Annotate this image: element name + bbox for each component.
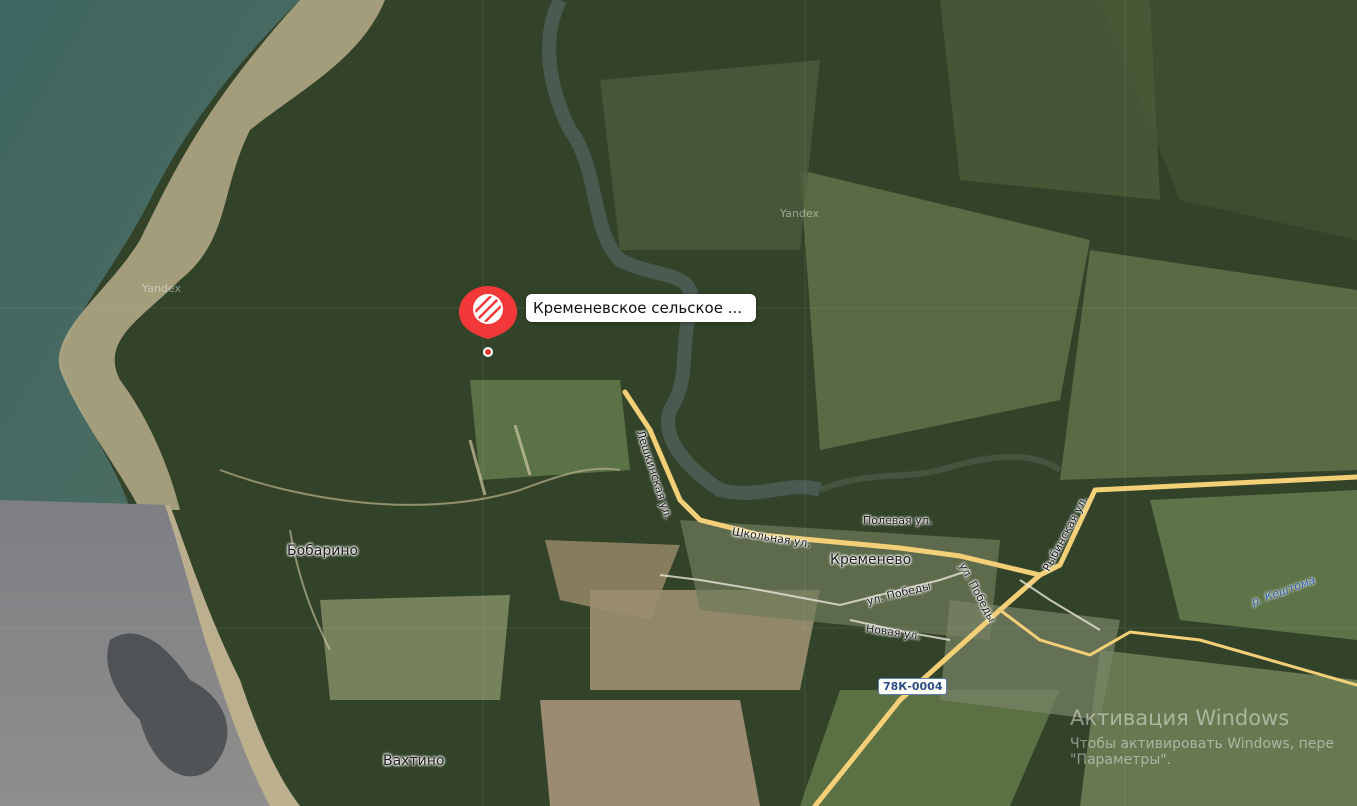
yandex-watermark: Yandex [780, 207, 819, 220]
road-number-badge: 78К-0004 [878, 678, 948, 695]
activation-line2: "Параметры". [1070, 752, 1172, 768]
yandex-watermark: Yandex [142, 282, 181, 295]
windows-activation-overlay: Активация Windows Чтобы активировать Win… [1070, 706, 1334, 768]
poi-callout[interactable]: Кременевское сельское ... [526, 294, 756, 322]
place-label-bobarino[interactable]: Бобарино [287, 543, 358, 559]
map-canvas[interactable]: Yandex Yandex Бобарино Кременево Вахтино… [0, 0, 1357, 806]
activation-title: Активация Windows [1070, 706, 1290, 730]
place-label-vakhtino[interactable]: Вахтино [383, 753, 444, 769]
activation-line1: Чтобы активировать Windows, пере [1070, 736, 1334, 752]
street-label-polevaya: Полевая ул. [863, 514, 933, 527]
place-label-kremenevo[interactable]: Кременево [830, 552, 911, 568]
poi-pin[interactable] [459, 284, 519, 364]
satellite-imagery[interactable] [0, 0, 1357, 806]
